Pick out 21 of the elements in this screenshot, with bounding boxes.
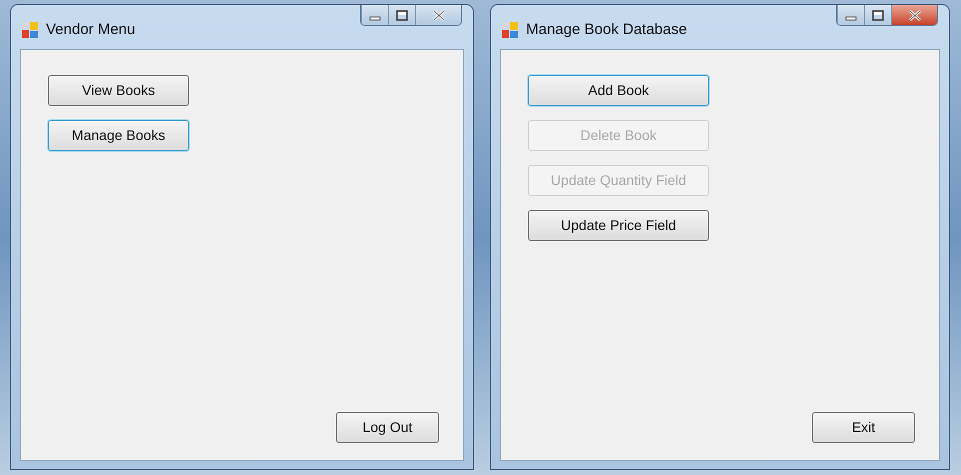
maximize-button[interactable] <box>388 5 415 25</box>
close-icon <box>430 8 446 22</box>
maximize-icon <box>870 8 886 22</box>
form-button[interactable]: Manage Books <box>48 120 189 151</box>
form-button[interactable]: View Books <box>48 75 189 106</box>
minimize-button[interactable] <box>837 5 864 25</box>
maximize-button[interactable] <box>864 5 891 25</box>
minimize-button[interactable] <box>361 5 388 25</box>
minimize-icon <box>845 16 857 20</box>
app-icon <box>22 22 38 38</box>
form-button[interactable]: Add Book <box>528 75 709 106</box>
close-button[interactable] <box>891 5 937 25</box>
close-icon <box>906 8 922 22</box>
app-icon <box>502 22 518 38</box>
form-button[interactable]: Exit <box>812 412 915 443</box>
window-title: Vendor Menu <box>46 20 136 40</box>
maximize-icon <box>394 8 410 22</box>
form-button[interactable]: Update Price Field <box>528 210 709 241</box>
form-button[interactable]: Log Out <box>336 412 439 443</box>
window-title: Manage Book Database <box>526 20 687 40</box>
minimize-icon <box>369 16 381 20</box>
